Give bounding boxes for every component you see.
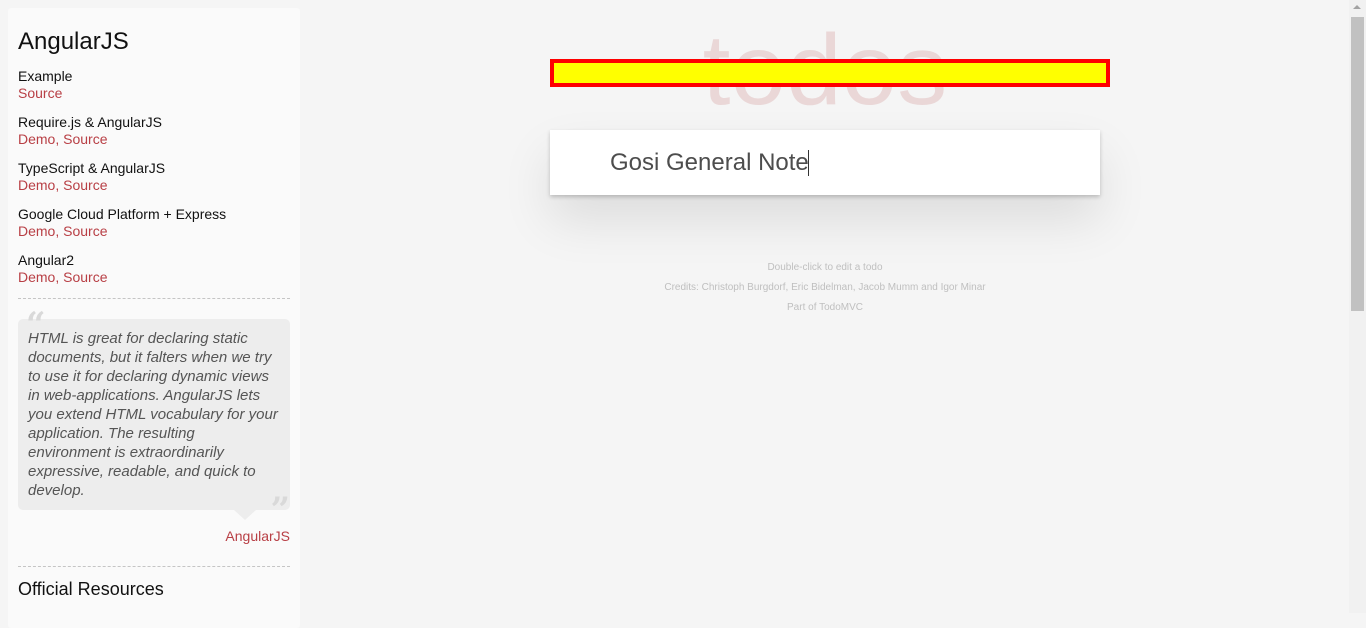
source-link[interactable]: Source <box>18 85 62 101</box>
divider <box>18 298 290 299</box>
example-item: TypeScript & AngularJS Demo, Source <box>18 160 290 194</box>
todomvc-link[interactable]: Part of TodoMVC <box>550 298 1100 318</box>
scroll-thumb[interactable] <box>1351 17 1364 311</box>
divider <box>18 566 290 567</box>
example-name: Require.js & AngularJS <box>18 114 162 130</box>
edit-hint: Double-click to edit a todo <box>767 262 883 273</box>
new-todo-card <box>550 130 1100 195</box>
credits: Credits: Christoph Burgdorf, Eric Bidelm… <box>664 282 986 293</box>
source-link[interactable]: Source <box>63 223 107 239</box>
demo-link[interactable]: Demo <box>18 269 55 285</box>
scroll-up-icon[interactable] <box>1353 5 1361 9</box>
quote-attribution-link[interactable]: AngularJS <box>18 528 290 544</box>
quote-box: “ HTML is great for declaring static doc… <box>18 305 290 530</box>
demo-link[interactable]: Demo <box>18 177 55 193</box>
highlight-bar <box>550 59 1110 87</box>
demo-link[interactable]: Demo <box>18 223 55 239</box>
example-item: Angular2 Demo, Source <box>18 252 290 286</box>
source-link[interactable]: Source <box>63 269 107 285</box>
quote-text: HTML is great for declaring static docum… <box>28 330 278 499</box>
vertical-scrollbar[interactable] <box>1349 0 1366 613</box>
demo-link[interactable]: Demo <box>18 131 55 147</box>
source-link[interactable]: Source <box>63 131 107 147</box>
example-item: Google Cloud Platform + Express Demo, So… <box>18 206 290 240</box>
link-separator: , <box>55 177 64 193</box>
link-separator: , <box>55 223 64 239</box>
info-footer: Double-click to edit a todo Credits: Chr… <box>550 258 1100 318</box>
open-quote-icon: “ <box>26 305 46 345</box>
sidebar-title: AngularJS <box>18 28 129 55</box>
example-name: Angular2 <box>18 252 75 268</box>
example-item: Example Source <box>18 68 290 102</box>
new-todo-input[interactable] <box>550 130 1100 195</box>
text-caret <box>808 150 809 176</box>
quote-arrow <box>234 510 256 520</box>
example-name: TypeScript & AngularJS <box>18 160 166 176</box>
link-separator: , <box>55 131 64 147</box>
source-link[interactable]: Source <box>63 177 107 193</box>
close-quote-icon: ” <box>270 490 290 530</box>
example-name: Google Cloud Platform + Express <box>18 206 227 222</box>
link-separator: , <box>55 269 64 285</box>
resources-title: Official Resources <box>18 579 164 599</box>
example-name: Example <box>18 68 73 84</box>
example-item: Require.js & AngularJS Demo, Source <box>18 114 290 148</box>
sidebar: AngularJS Example Source Require.js & An… <box>8 8 300 628</box>
